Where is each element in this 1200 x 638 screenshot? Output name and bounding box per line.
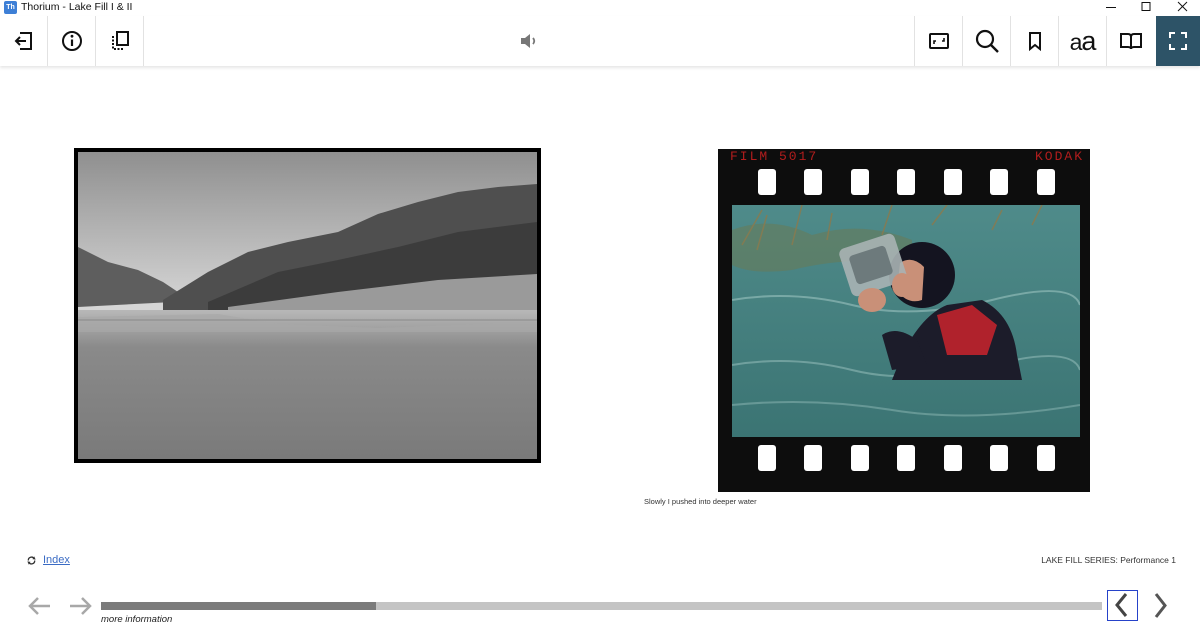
window-title: Thorium - Lake Fill I & II (21, 1, 133, 13)
read-aloud-button[interactable] (505, 16, 553, 66)
history-back-button[interactable] (27, 594, 53, 618)
font-settings-button[interactable]: aa (1058, 16, 1106, 66)
picture-icon (928, 33, 949, 49)
chevron-left-icon (1115, 593, 1128, 617)
film-brand-text: KODAK (1034, 149, 1084, 164)
lake-landscape-photo (74, 148, 541, 463)
font-label-big: a (1081, 25, 1096, 56)
reading-progress-fill (101, 602, 377, 610)
font-size-icon: aa (1069, 25, 1097, 57)
previous-page-button[interactable] (1107, 590, 1138, 621)
chevron-right-icon (1154, 593, 1167, 618)
maximize-button[interactable] (1128, 0, 1164, 16)
film-strip-photo: FILM 5017 KODAK (718, 149, 1090, 492)
close-window-button[interactable] (1164, 0, 1200, 16)
info-button[interactable] (48, 16, 96, 66)
search-button[interactable] (962, 16, 1010, 66)
pages-icon (111, 31, 129, 50)
next-page-button[interactable] (1148, 590, 1174, 621)
reading-progress-bar[interactable] (101, 602, 1102, 610)
more-information-label: more information (101, 614, 173, 625)
photo-caption: Slowly I pushed into deeper water (644, 497, 757, 506)
reader-toolbar: aa (0, 16, 1200, 66)
refresh-icon (27, 556, 36, 565)
bookmark-button[interactable] (1010, 16, 1058, 66)
film-edge-text: FILM 5017 (730, 149, 819, 164)
diver-with-camera-photo (732, 205, 1080, 437)
app-icon: Th (4, 1, 17, 14)
reading-mode-button[interactable] (1106, 16, 1154, 66)
series-label: LAKE FILL SERIES: Performance 1 (1041, 555, 1176, 565)
fullscreen-icon (1169, 32, 1187, 50)
speaker-icon (521, 34, 536, 48)
font-label-small: a (1069, 28, 1083, 55)
bookmark-icon (1028, 32, 1041, 52)
title-bar: Th Thorium - Lake Fill I & II (0, 0, 1200, 16)
index-link[interactable]: Index (43, 554, 70, 566)
book-icon (1119, 33, 1142, 50)
search-icon (975, 29, 999, 53)
fullscreen-button[interactable] (1156, 16, 1200, 66)
back-to-library-button[interactable] (0, 16, 48, 66)
minimize-button[interactable] (1093, 0, 1129, 16)
image-view-button[interactable] (914, 16, 962, 66)
info-icon (61, 31, 82, 51)
table-of-contents-button[interactable] (96, 16, 144, 66)
exit-icon (14, 32, 32, 50)
history-forward-button[interactable] (67, 594, 93, 618)
